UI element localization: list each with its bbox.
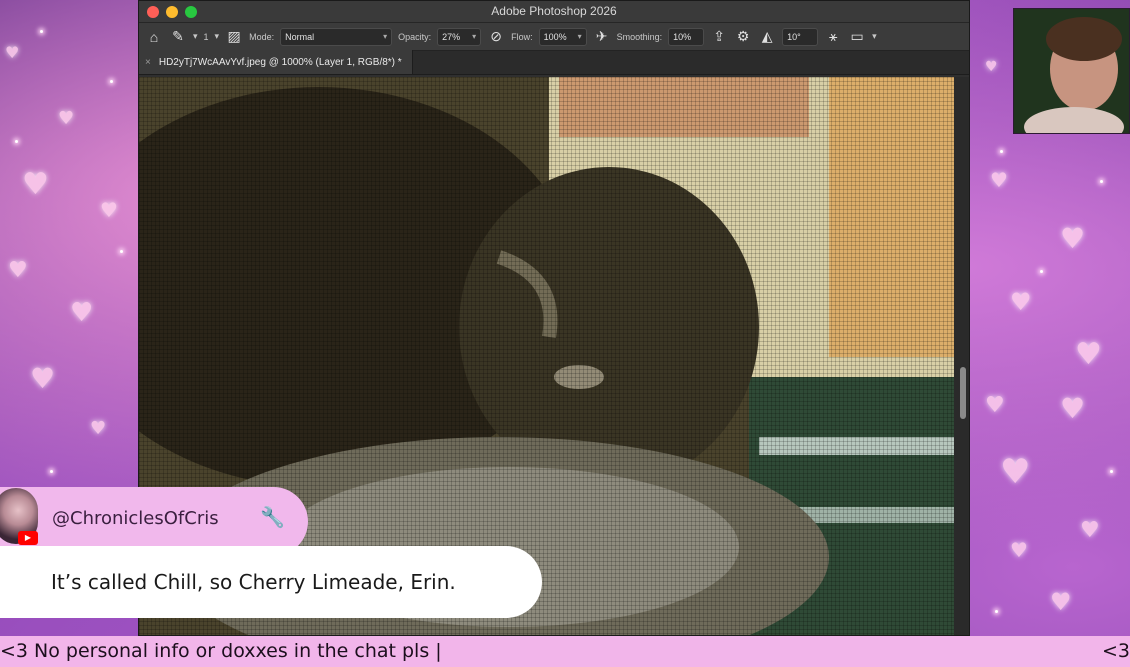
mode-select[interactable]: Normal ▾ bbox=[280, 27, 393, 46]
flow-label: Flow: bbox=[511, 31, 533, 42]
youtube-icon: ▶ bbox=[18, 531, 38, 545]
vertical-scrollbar[interactable] bbox=[960, 367, 966, 419]
chevron-down-icon[interactable]: ▾ bbox=[215, 31, 220, 42]
brush-settings-icon[interactable]: ▨ bbox=[225, 28, 243, 45]
gear-icon[interactable]: ⚙ bbox=[734, 28, 752, 45]
flow-select[interactable]: 100% ▾ bbox=[538, 27, 587, 46]
smoothing-value: 10% bbox=[673, 31, 692, 42]
pressure-opacity-icon[interactable]: ⊘ bbox=[487, 28, 505, 45]
brush-angle-icon[interactable]: ◭ bbox=[758, 28, 776, 45]
opacity-select[interactable]: 27% ▾ bbox=[437, 27, 482, 46]
window-title: Adobe Photoshop 2026 bbox=[491, 4, 617, 18]
chat-message: It’s called Chill, so Cherry Limeade, Er… bbox=[51, 570, 456, 594]
webcam-feed bbox=[1013, 8, 1130, 134]
chevron-down-icon: ▾ bbox=[577, 32, 582, 41]
brush-size-value[interactable]: 1 bbox=[204, 32, 209, 42]
tab-document[interactable]: × HD2yTj7WcAAvYvf.jpeg @ 1000% (Layer 1,… bbox=[139, 50, 413, 74]
brush-icon[interactable]: ✎ bbox=[169, 28, 187, 45]
opacity-value: 27% bbox=[442, 31, 461, 42]
chat-username: @ChroniclesOfCris bbox=[52, 508, 219, 529]
smoothing-input[interactable]: 10% bbox=[668, 27, 705, 46]
ticker-text: <3 No personal info or doxxes in the cha… bbox=[0, 640, 442, 662]
angle-value: 10° bbox=[787, 31, 801, 42]
share-icon[interactable]: ⇪ bbox=[710, 28, 728, 45]
opacity-label: Opacity: bbox=[398, 31, 432, 42]
mode-label: Mode: bbox=[249, 31, 275, 42]
flow-value: 100% bbox=[543, 31, 567, 42]
chevron-down-icon: ▾ bbox=[383, 32, 388, 41]
chevron-down-icon[interactable]: ▾ bbox=[872, 31, 877, 42]
angle-input[interactable]: 10° bbox=[782, 27, 819, 46]
airbrush-icon[interactable]: ✈ bbox=[593, 28, 611, 45]
document-tabs: × HD2yTj7WcAAvYvf.jpeg @ 1000% (Layer 1,… bbox=[139, 50, 969, 75]
window-titlebar: Adobe Photoshop 2026 bbox=[139, 1, 969, 23]
wrench-icon: 🔧 bbox=[260, 505, 285, 529]
mode-value: Normal bbox=[285, 31, 315, 42]
chevron-down-icon[interactable]: ▾ bbox=[193, 31, 198, 42]
close-icon[interactable]: × bbox=[145, 57, 151, 68]
options-bar: ⌂ ✎ ▾ 1 ▾ ▨ Mode: Normal ▾ Opacity: 27% … bbox=[139, 23, 969, 51]
ticker-text-repeat: <3 bbox=[1101, 640, 1130, 662]
symmetry-icon[interactable]: ⚹ bbox=[824, 28, 842, 45]
smoothing-label: Smoothing: bbox=[616, 31, 663, 42]
webcam-image bbox=[1014, 9, 1129, 133]
panel-toggle-icon[interactable]: ▭ bbox=[848, 28, 866, 45]
chevron-down-icon: ▾ bbox=[472, 32, 477, 41]
home-icon[interactable]: ⌂ bbox=[145, 29, 163, 45]
tab-document-title: HD2yTj7WcAAvYvf.jpeg @ 1000% (Layer 1, R… bbox=[158, 56, 402, 68]
chat-rules-ticker: <3 No personal info or doxxes in the cha… bbox=[0, 636, 1130, 667]
